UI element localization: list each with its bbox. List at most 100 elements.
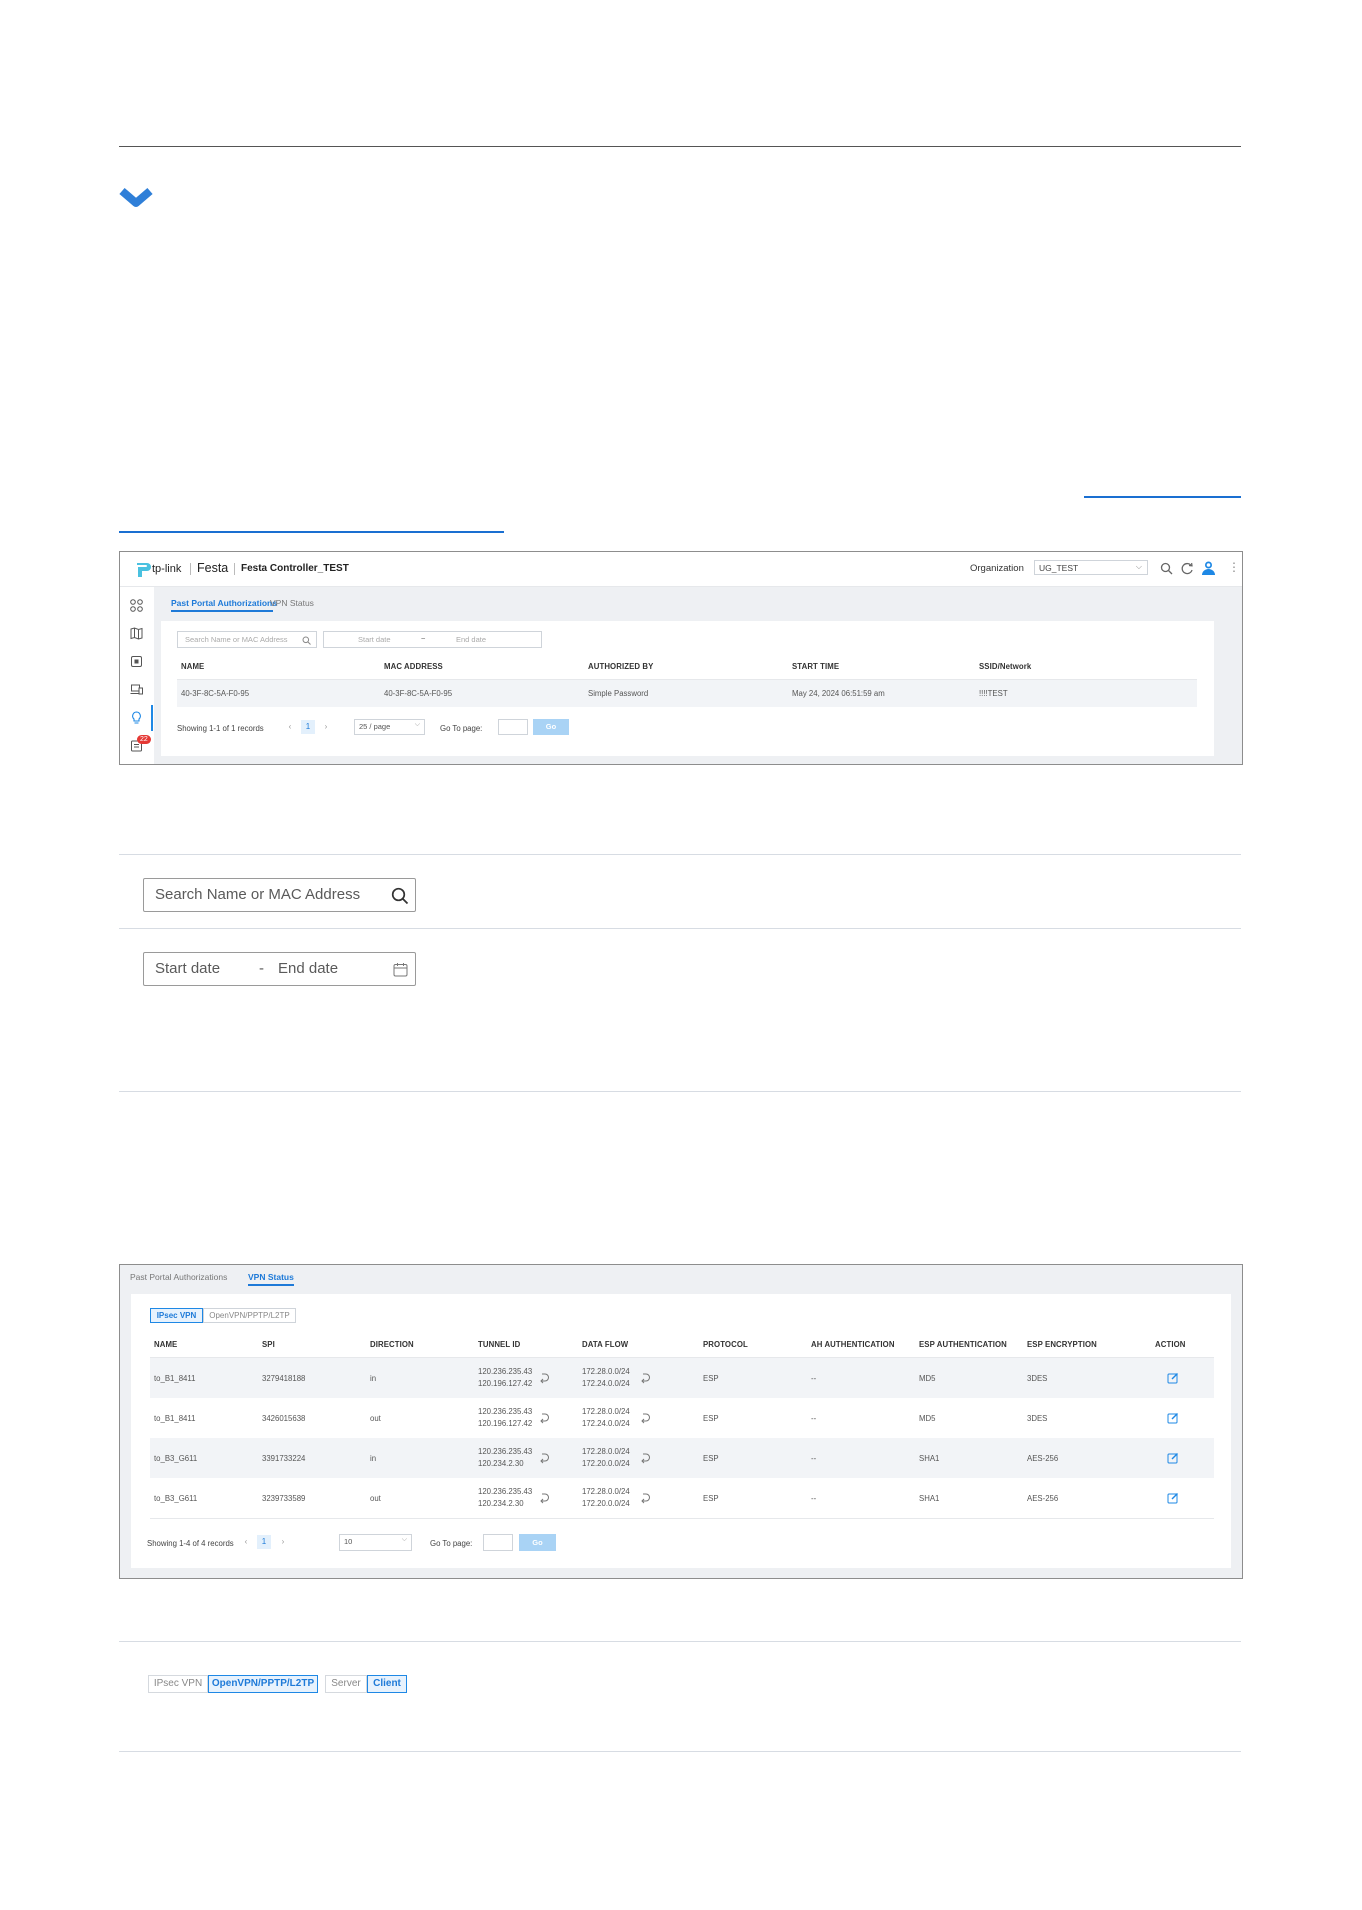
go-button[interactable]: Go — [533, 719, 569, 735]
cell-ssid: !!!!TEST — [979, 689, 1008, 698]
cell-esp-auth: SHA1 — [919, 1494, 940, 1503]
prev-page-button[interactable]: ‹ — [283, 720, 297, 734]
table-row[interactable] — [150, 1358, 1214, 1398]
cell-tunnel-local: 120.236.235.43 — [478, 1487, 533, 1496]
chevron-down-icon: ⌵ — [1135, 562, 1142, 571]
table-row[interactable] — [177, 680, 1197, 707]
organization-select[interactable]: UG_TEST ⌵ — [1034, 560, 1148, 575]
cell-direction: in — [370, 1454, 377, 1463]
tab-openvpn[interactable]: OpenVPN/PPTP/L2TP — [208, 1675, 318, 1693]
organization-label: Organization — [970, 563, 1024, 574]
page-size-select[interactable]: 25 / page ⌵ — [354, 719, 425, 735]
tab-client[interactable]: Client — [367, 1675, 407, 1693]
cell-tunnel-remote: 120.234.2.30 — [478, 1459, 524, 1468]
column-header: NAME — [181, 662, 205, 671]
cell-flow-local: 172.28.0.0/24 — [582, 1407, 630, 1416]
tab-vpn-status[interactable]: VPN Status — [270, 598, 314, 608]
tab-ipsec-vpn[interactable]: IPsec VPN — [148, 1675, 208, 1693]
edit-icon[interactable] — [1167, 1372, 1179, 1384]
column-header: PROTOCOL — [703, 1340, 748, 1349]
edit-icon[interactable] — [1167, 1492, 1179, 1504]
swap-arrow-icon — [641, 1413, 650, 1424]
cell-flow-local: 172.28.0.0/24 — [582, 1487, 630, 1496]
prev-page-button[interactable]: ‹ — [239, 1535, 253, 1549]
next-page-button[interactable]: › — [319, 720, 333, 734]
column-header: AUTHORIZED BY — [588, 662, 654, 671]
content-area: Past Portal Authorizations VPN Status Se… — [154, 587, 1242, 764]
tab-server[interactable]: Server — [325, 1675, 367, 1693]
cell-esp-enc: AES-256 — [1027, 1494, 1059, 1503]
date-range-input[interactable]: Start date ~ End date — [323, 631, 542, 648]
table-rule — [119, 1641, 1241, 1642]
swap-arrow-icon — [540, 1493, 549, 1504]
page-size-select[interactable]: 10 ⌵ — [339, 1534, 412, 1551]
cell-protocol: ESP — [703, 1494, 719, 1503]
cell-name: to_B3_G611 — [154, 1494, 198, 1503]
swap-arrow-icon — [641, 1493, 650, 1504]
column-header: DIRECTION — [370, 1340, 414, 1349]
cell-esp-enc: 3DES — [1027, 1414, 1048, 1423]
next-page-button[interactable]: › — [276, 1535, 290, 1549]
cell-tunnel-local: 120.236.235.43 — [478, 1367, 533, 1376]
go-button[interactable]: Go — [519, 1534, 556, 1551]
date-range-input[interactable]: Start date - End date — [143, 952, 416, 986]
cell-flow-remote: 172.20.0.0/24 — [582, 1499, 630, 1508]
screenshot-portal-authorizations: tp-link Festa Festa Controller_TEST Orga… — [119, 551, 1243, 765]
product-text: Festa — [197, 561, 229, 575]
goto-page-input[interactable] — [483, 1534, 513, 1551]
cell-esp-enc: AES-256 — [1027, 1454, 1059, 1463]
more-icon[interactable]: ⋮ — [1228, 560, 1240, 574]
page-number[interactable]: 1 — [257, 1535, 271, 1549]
cell-flow-local: 172.28.0.0/24 — [582, 1367, 630, 1376]
tab-past-portal-authorizations[interactable]: Past Portal Authorizations — [171, 598, 277, 608]
cell-direction: out — [370, 1494, 381, 1503]
edit-icon[interactable] — [1167, 1412, 1179, 1424]
swap-arrow-icon — [540, 1413, 549, 1424]
notification-badge: 22 — [137, 735, 151, 744]
cell-flow-local: 172.28.0.0/24 — [582, 1447, 630, 1456]
showing-records: Showing 1-1 of 1 records — [177, 724, 264, 733]
search-icon[interactable] — [1160, 562, 1173, 575]
user-avatar-icon[interactable] — [1201, 560, 1216, 576]
swap-arrow-icon — [540, 1453, 549, 1464]
cell-name: 40-3F-8C-5A-F0-95 — [181, 689, 250, 698]
table-row[interactable] — [150, 1398, 1214, 1438]
goto-label: Go To page: — [440, 724, 483, 733]
tab-past-portal-authorizations[interactable]: Past Portal Authorizations — [130, 1272, 227, 1282]
refresh-icon[interactable] — [1181, 562, 1194, 575]
map-icon[interactable] — [130, 627, 143, 640]
table-card: Search Name or MAC Address Start date ~ … — [161, 621, 1214, 756]
insight-icon[interactable] — [130, 711, 143, 724]
side-nav: 22 — [120, 587, 154, 764]
cell-esp-auth: MD5 — [919, 1414, 936, 1423]
cell-ah: -- — [811, 1414, 817, 1423]
goto-page-input[interactable] — [498, 719, 528, 735]
cell-start-time: May 24, 2024 06:51:59 am — [792, 689, 885, 698]
chevron-down-icon: ⌵ — [401, 1536, 407, 1543]
edit-icon[interactable] — [1167, 1452, 1179, 1464]
cell-direction: out — [370, 1414, 381, 1423]
column-header: DATA FLOW — [582, 1340, 629, 1349]
clients-icon[interactable] — [130, 683, 143, 696]
cell-esp-auth: MD5 — [919, 1374, 936, 1383]
search-input[interactable]: Search Name or MAC Address — [143, 878, 416, 912]
cell-mac: 40-3F-8C-5A-F0-95 — [384, 689, 453, 698]
tab-vpn-status[interactable]: VPN Status — [248, 1272, 294, 1282]
column-header: ACTION — [1155, 1340, 1186, 1349]
cell-spi: 3426015638 — [262, 1414, 306, 1423]
table-rule — [119, 854, 1241, 855]
device-icon[interactable] — [130, 655, 143, 668]
cell-spi: 3239733589 — [262, 1494, 306, 1503]
page-number[interactable]: 1 — [301, 720, 315, 734]
column-header: MAC ADDRESS — [384, 662, 443, 671]
cell-name: to_B1_8411 — [154, 1374, 196, 1383]
subtab-ipsec-vpn[interactable]: IPsec VPN — [150, 1308, 203, 1323]
column-header: SSID/Network — [979, 662, 1032, 671]
cell-name: to_B1_8411 — [154, 1414, 196, 1423]
column-header: TUNNEL ID — [478, 1340, 521, 1349]
dashboard-icon[interactable] — [130, 599, 143, 612]
cell-flow-remote: 172.20.0.0/24 — [582, 1459, 630, 1468]
subtab-openvpn[interactable]: OpenVPN/PPTP/L2TP — [203, 1308, 296, 1323]
link-underline — [1084, 496, 1241, 498]
search-input[interactable]: Search Name or MAC Address — [177, 631, 317, 648]
